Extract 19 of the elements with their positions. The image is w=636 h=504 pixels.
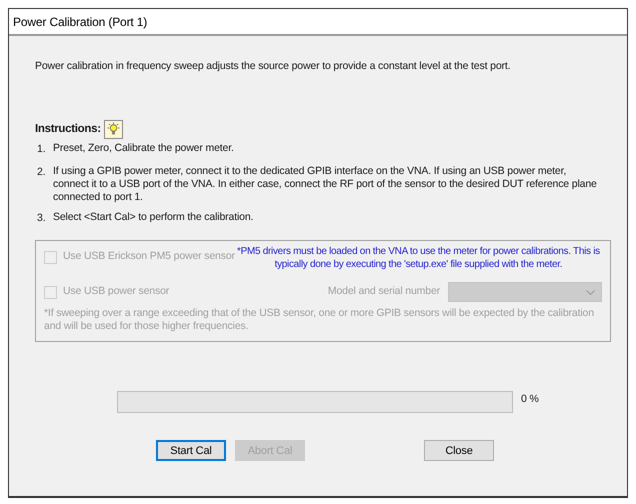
chevron-down-icon — [586, 290, 595, 295]
step-number: 1. — [37, 142, 46, 157]
step-number: 2. — [37, 164, 46, 180]
intro-text: Power calibration in frequency sweep adjusts the source power to provide a constant level at the test port. — [35, 59, 512, 74]
step-text: Select <Start Cal> to perform the calibration. — [53, 210, 254, 224]
checkbox-label: Use USB Erickson PM5 power sensor — [63, 249, 235, 264]
step-number: 3. — [37, 210, 46, 226]
instructions-heading: Instructions: — [35, 122, 101, 137]
usb-footnote: *If sweeping over a range exceeding that of the USB sensor, one or more GPIB sensors will be expected by the calibration and will be used for those higher frequencies. — [44, 307, 595, 334]
dialog-button[interactable]: Close — [424, 440, 494, 462]
step-text: If using a GPIB power meter, connect it to the dedicated GPIB interface on the VNA. If using an USB power meter, connect it to a USB port of the VNA. In either case, connect the RF port of the sensor to the desired DUT reference plane connected to port 1. — [53, 164, 598, 204]
lightbulb-icon — [104, 120, 123, 139]
model-label: Model and serial number — [328, 284, 440, 300]
window-title: Power Calibration (Port 1) — [9, 9, 627, 36]
checkbox-label: Use USB power sensor — [63, 284, 170, 300]
progress-reading: 0 % — [521, 392, 539, 408]
dialog-button[interactable]: Start Cal — [156, 440, 226, 462]
step-text: Preset, Zero, Calibrate the power meter. — [53, 142, 234, 156]
pm5-driver-note: *PM5 drivers must be loaded on the VNA to use the meter for power calibrations. This is typically done by executing the 'setup.exe' file supplied with the meter. — [236, 245, 601, 272]
